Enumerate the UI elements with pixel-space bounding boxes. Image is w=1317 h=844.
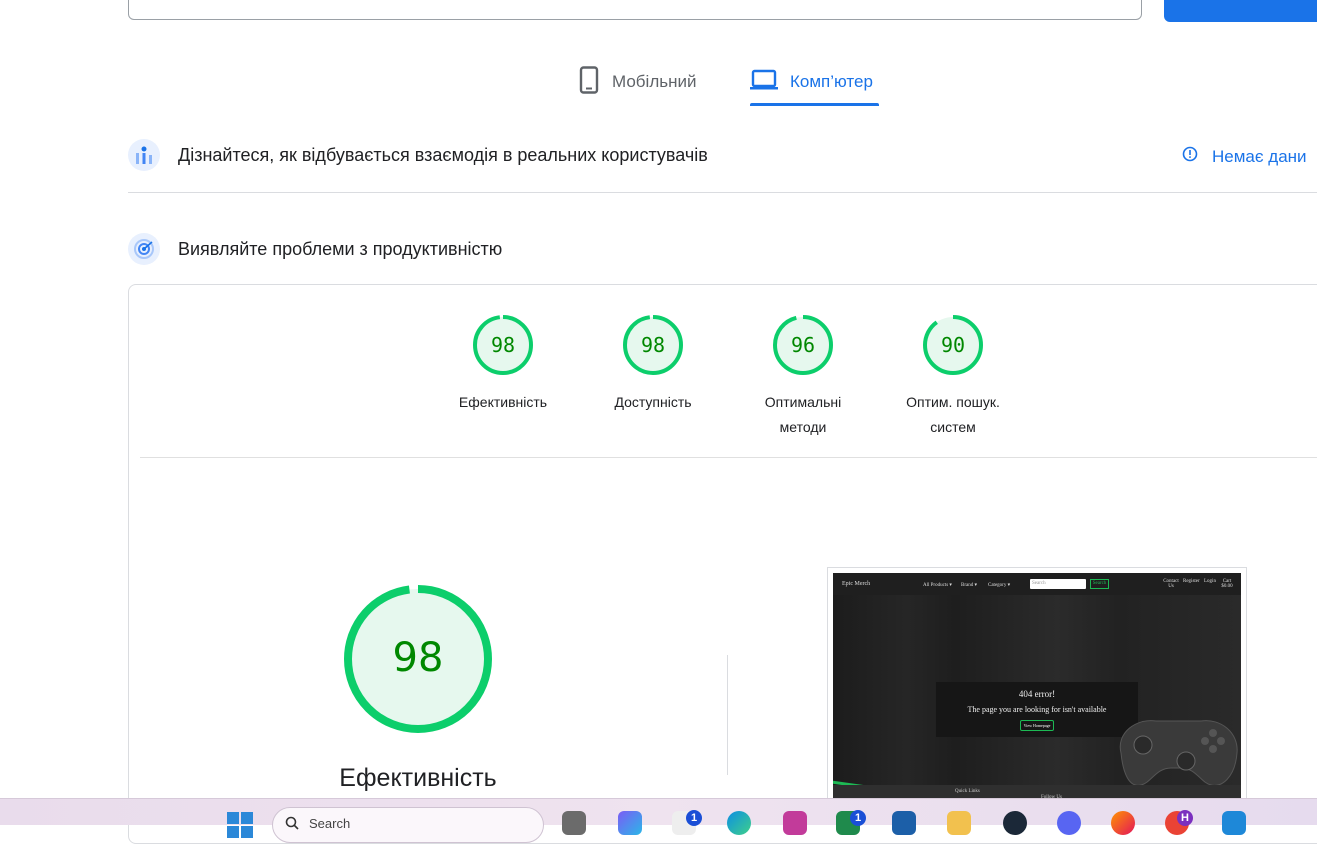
file-explorer-icon[interactable] [947, 811, 971, 835]
steam-icon[interactable] [1003, 811, 1027, 835]
laptop-icon [750, 69, 778, 96]
preview-brand: Epic Merch [842, 581, 871, 587]
taskbar-search[interactable]: Search [272, 807, 544, 843]
gauge-best-practices[interactable]: 96 Оптимальні методи [748, 314, 858, 440]
no-data-label: Немає дани [1212, 146, 1307, 166]
preview-error-box: 404 error! The page you are looking for … [936, 682, 1138, 737]
tab-active-indicator [750, 103, 879, 106]
tab-mobile[interactable]: Мобільний [578, 58, 696, 106]
preview-nav-item: Category ▾ [988, 583, 1011, 588]
preview-search: Search [1030, 579, 1086, 589]
preview-nav-item: Cart $0.00 [1221, 579, 1233, 589]
page-screenshot: Epic Merch All Products ▾ Brand ▾ Catego… [833, 573, 1241, 813]
preview-nav-item: All Products ▾ [923, 583, 952, 588]
preview-nav-item: Contact Us [1163, 579, 1179, 589]
gauge-performance[interactable]: 98 Ефективність [448, 314, 558, 415]
preview-error-title: 404 error! [1018, 689, 1056, 699]
preview-navbar: Epic Merch All Products ▾ Brand ▾ Catego… [833, 573, 1241, 595]
preview-nav-item: Brand ▾ [961, 583, 977, 588]
gauge-label: Доступність [614, 394, 692, 410]
info-icon [1182, 146, 1198, 167]
search-icon [285, 816, 299, 833]
gauge-seo[interactable]: 90 Оптим. пошук. систем [898, 314, 1008, 440]
gauge-accessibility[interactable]: 98 Доступність [598, 314, 708, 415]
tab-desktop[interactable]: Комп’ютер [750, 58, 873, 106]
gauge-label: Оптимальні методи [764, 394, 842, 435]
vscode-icon[interactable] [1222, 811, 1246, 835]
preview-error-message: The page you are looking for isn't avail… [967, 705, 1107, 714]
vertical-divider [727, 655, 728, 775]
lab-data-icon [128, 233, 160, 265]
field-data-icon [128, 139, 160, 171]
score-gauge: 96 [773, 315, 833, 375]
field-data-title: Дізнайтеся, як відбувається взаємодія в … [178, 144, 708, 165]
widgets-icon[interactable]: 1 [672, 810, 702, 835]
edge-icon[interactable] [727, 811, 751, 835]
tab-mobile-label: Мобільний [612, 72, 697, 91]
svg-text:98: 98 [641, 333, 665, 357]
gauge-label: Оптим. пошук. систем [906, 394, 1000, 435]
preview-hero: 404 error! The page you are looking for … [833, 595, 1241, 794]
url-input[interactable] [128, 0, 1142, 20]
preview-nav-item: Register [1183, 579, 1200, 584]
app-icon[interactable] [783, 811, 807, 835]
svg-text:90: 90 [941, 333, 965, 357]
firefox-icon[interactable] [1111, 811, 1135, 835]
lab-data-title: Виявляйте проблеми з продуктивністю [178, 238, 503, 259]
copilot-icon[interactable] [618, 811, 642, 835]
lab-data-header: Виявляйте проблеми з продуктивністю [128, 233, 502, 265]
preview-footer-links: Quick Links [955, 789, 980, 794]
preview-homepage-button: View Homepage [1019, 720, 1055, 731]
svg-text:96: 96 [791, 333, 815, 357]
gauge-label: Ефективність [458, 394, 548, 410]
discord-icon[interactable] [1057, 811, 1081, 835]
field-data-header: Дізнайтеся, як відбувається взаємодія в … [128, 139, 708, 171]
section-divider [128, 192, 1317, 193]
main-score-gauge: 98 [344, 585, 492, 733]
taskbar: Search 1 1 H [0, 798, 1317, 843]
no-data-link[interactable]: Немає дани [1182, 146, 1307, 167]
main-score-title: Ефективність [339, 764, 497, 792]
score-gauge: 90 [923, 315, 983, 375]
tab-desktop-label: Комп’ютер [790, 72, 873, 91]
preview-nav-item: Login [1204, 579, 1216, 584]
score-gauge: 98 [623, 315, 683, 375]
smartphone-icon [578, 65, 600, 99]
svg-text:98: 98 [491, 333, 515, 357]
chrome-icon[interactable]: H [1165, 810, 1193, 835]
windows-start-icon[interactable] [226, 811, 253, 838]
main-score-value: 98 [393, 635, 444, 681]
preview-search-button: Search [1090, 579, 1109, 589]
gauges-divider [140, 457, 1317, 458]
task-view-icon[interactable] [562, 811, 586, 835]
excel-icon[interactable]: 1 [836, 810, 866, 835]
store-icon[interactable] [892, 811, 916, 835]
analyze-button[interactable] [1164, 0, 1317, 22]
score-gauge: 98 [473, 315, 533, 375]
gamepad-icon [1119, 720, 1238, 787]
